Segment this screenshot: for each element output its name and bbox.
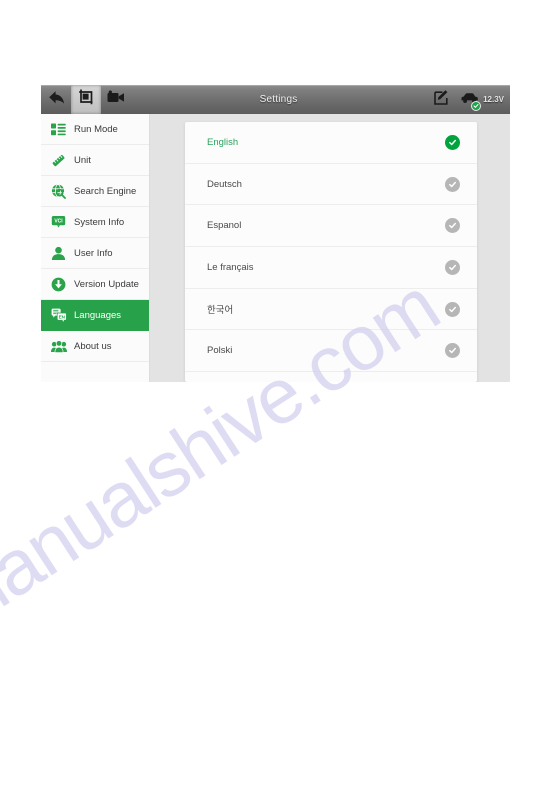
globe-search-icon bbox=[50, 183, 67, 200]
sidebar-item-label: Languages bbox=[74, 309, 122, 321]
sidebar-item-languages[interactable]: EN Languages bbox=[41, 300, 149, 331]
language-list-area: English Deutsch Espanol Le français 한국어 … bbox=[185, 114, 510, 382]
sidebar-item-label: Run Mode bbox=[74, 123, 118, 135]
language-row-francais[interactable]: Le français bbox=[185, 247, 477, 289]
device-screen: Settings 12.3V Run Mode Unit Search Engi… bbox=[41, 85, 510, 382]
language-label: Deutsch bbox=[207, 178, 242, 190]
sidebar-item-system-info[interactable]: VCI System Info bbox=[41, 207, 149, 238]
panel-gutter bbox=[150, 114, 185, 382]
user-person-icon bbox=[50, 245, 67, 262]
check-circle-icon bbox=[445, 343, 460, 359]
record-button[interactable] bbox=[101, 85, 131, 114]
ruler-unit-icon bbox=[50, 152, 67, 169]
sidebar-item-version-update[interactable]: Version Update bbox=[41, 269, 149, 300]
sidebar-item-user-info[interactable]: User Info bbox=[41, 238, 149, 269]
language-row-english[interactable]: English bbox=[185, 122, 477, 164]
language-label: Polski bbox=[207, 345, 233, 357]
edit-pencil-icon bbox=[433, 89, 449, 110]
language-list-panel: English Deutsch Espanol Le français 한국어 … bbox=[185, 122, 477, 382]
language-row-deutsch[interactable]: Deutsch bbox=[185, 164, 477, 206]
back-arrow-icon bbox=[48, 90, 65, 110]
svg-text:VCI: VCI bbox=[54, 219, 63, 225]
battery-voltage: 12.3V bbox=[483, 95, 504, 104]
edit-button[interactable] bbox=[426, 85, 456, 114]
screenshot-button[interactable] bbox=[71, 85, 101, 114]
screen-body: Run Mode Unit Search Engine VCI System I… bbox=[41, 114, 510, 382]
sidebar-item-run-mode[interactable]: Run Mode bbox=[41, 114, 149, 145]
sidebar-item-search-engine[interactable]: Search Engine bbox=[41, 176, 149, 207]
sidebar-item-label: Search Engine bbox=[74, 185, 137, 197]
back-button[interactable] bbox=[41, 85, 71, 114]
settings-sidebar: Run Mode Unit Search Engine VCI System I… bbox=[41, 114, 150, 382]
people-group-icon bbox=[50, 338, 67, 355]
language-row-korean[interactable]: 한국어 bbox=[185, 289, 477, 331]
page-title: Settings bbox=[259, 94, 298, 105]
sidebar-item-label: System Info bbox=[74, 216, 125, 228]
screenshot-crop-icon bbox=[78, 89, 94, 110]
check-circle-icon bbox=[445, 176, 460, 192]
svg-text:EN: EN bbox=[58, 315, 65, 320]
language-label: English bbox=[207, 136, 239, 148]
sidebar-item-label: Version Update bbox=[74, 278, 139, 290]
toolbar-right-group: 12.3V bbox=[426, 85, 510, 114]
run-mode-icon bbox=[50, 121, 67, 138]
top-toolbar: Settings 12.3V bbox=[41, 85, 510, 114]
check-circle-icon bbox=[445, 218, 460, 234]
check-circle-icon bbox=[445, 301, 460, 317]
sidebar-item-unit[interactable]: Unit bbox=[41, 145, 149, 176]
vci-badge-icon: VCI bbox=[50, 214, 67, 231]
vci-status-button[interactable] bbox=[460, 91, 482, 111]
sidebar-item-label: User Info bbox=[74, 247, 113, 259]
sidebar-item-about-us[interactable]: About us bbox=[41, 331, 149, 362]
language-row-polski[interactable]: Polski bbox=[185, 330, 477, 373]
sidebar-item-label: About us bbox=[74, 340, 112, 352]
language-row-espanol[interactable]: Espanol bbox=[185, 205, 477, 248]
language-bubble-icon: EN bbox=[50, 307, 67, 324]
language-label: Le français bbox=[207, 261, 254, 273]
check-circle-icon bbox=[445, 259, 460, 275]
sidebar-item-label: Unit bbox=[74, 154, 91, 166]
language-label: Espanol bbox=[207, 220, 242, 232]
download-arrow-icon bbox=[50, 276, 67, 293]
video-camera-icon bbox=[107, 90, 125, 109]
vci-connected-badge bbox=[471, 100, 482, 111]
language-label: 한국어 bbox=[207, 305, 234, 317]
check-circle-icon bbox=[445, 134, 460, 150]
